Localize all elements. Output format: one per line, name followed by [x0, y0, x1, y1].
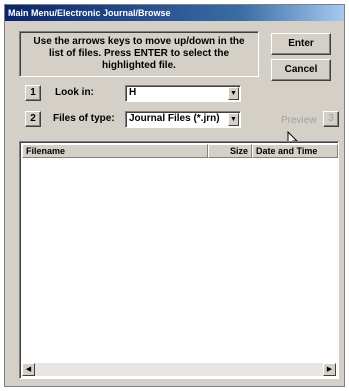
file-type-select[interactable]: Journal Files (*.jrn) ▼ — [125, 111, 241, 128]
look-in-value: H — [129, 87, 137, 98]
arrow-right-icon[interactable]: ▶ — [323, 363, 336, 376]
browse-dialog: Main Menu/Electronic Journal/Browse Use … — [4, 4, 345, 387]
chevron-down-icon[interactable]: ▼ — [228, 113, 239, 126]
chevron-down-icon[interactable]: ▼ — [228, 87, 239, 100]
preview-label: Preview — [281, 115, 317, 126]
file-type-value: Journal Files (*.jrn) — [129, 113, 220, 124]
file-type-shortcut-button[interactable]: 2 — [25, 111, 41, 127]
file-list-header: Filename Size Date and Time — [22, 144, 338, 158]
column-header-date-time[interactable]: Date and Time — [252, 144, 338, 158]
look-in-select[interactable]: H ▼ — [125, 85, 241, 102]
column-header-filename[interactable]: Filename — [22, 144, 208, 158]
look-in-shortcut-button[interactable]: 1 — [25, 85, 41, 101]
file-list[interactable]: Filename Size Date and Time ◀ ▶ — [19, 141, 339, 379]
cancel-button[interactable]: Cancel — [271, 59, 331, 81]
enter-button[interactable]: Enter — [271, 33, 331, 55]
arrow-left-icon[interactable]: ◀ — [22, 363, 35, 376]
instructions-text: Use the arrows keys to move up/down in t… — [19, 31, 259, 77]
horizontal-scrollbar[interactable]: ◀ ▶ — [22, 363, 336, 376]
file-type-label: Files of type: — [53, 113, 115, 124]
preview-shortcut-button[interactable]: 3 — [323, 111, 339, 127]
look-in-label: Look in: — [55, 87, 94, 98]
column-header-size[interactable]: Size — [208, 144, 252, 158]
window-title: Main Menu/Electronic Journal/Browse — [5, 5, 344, 21]
